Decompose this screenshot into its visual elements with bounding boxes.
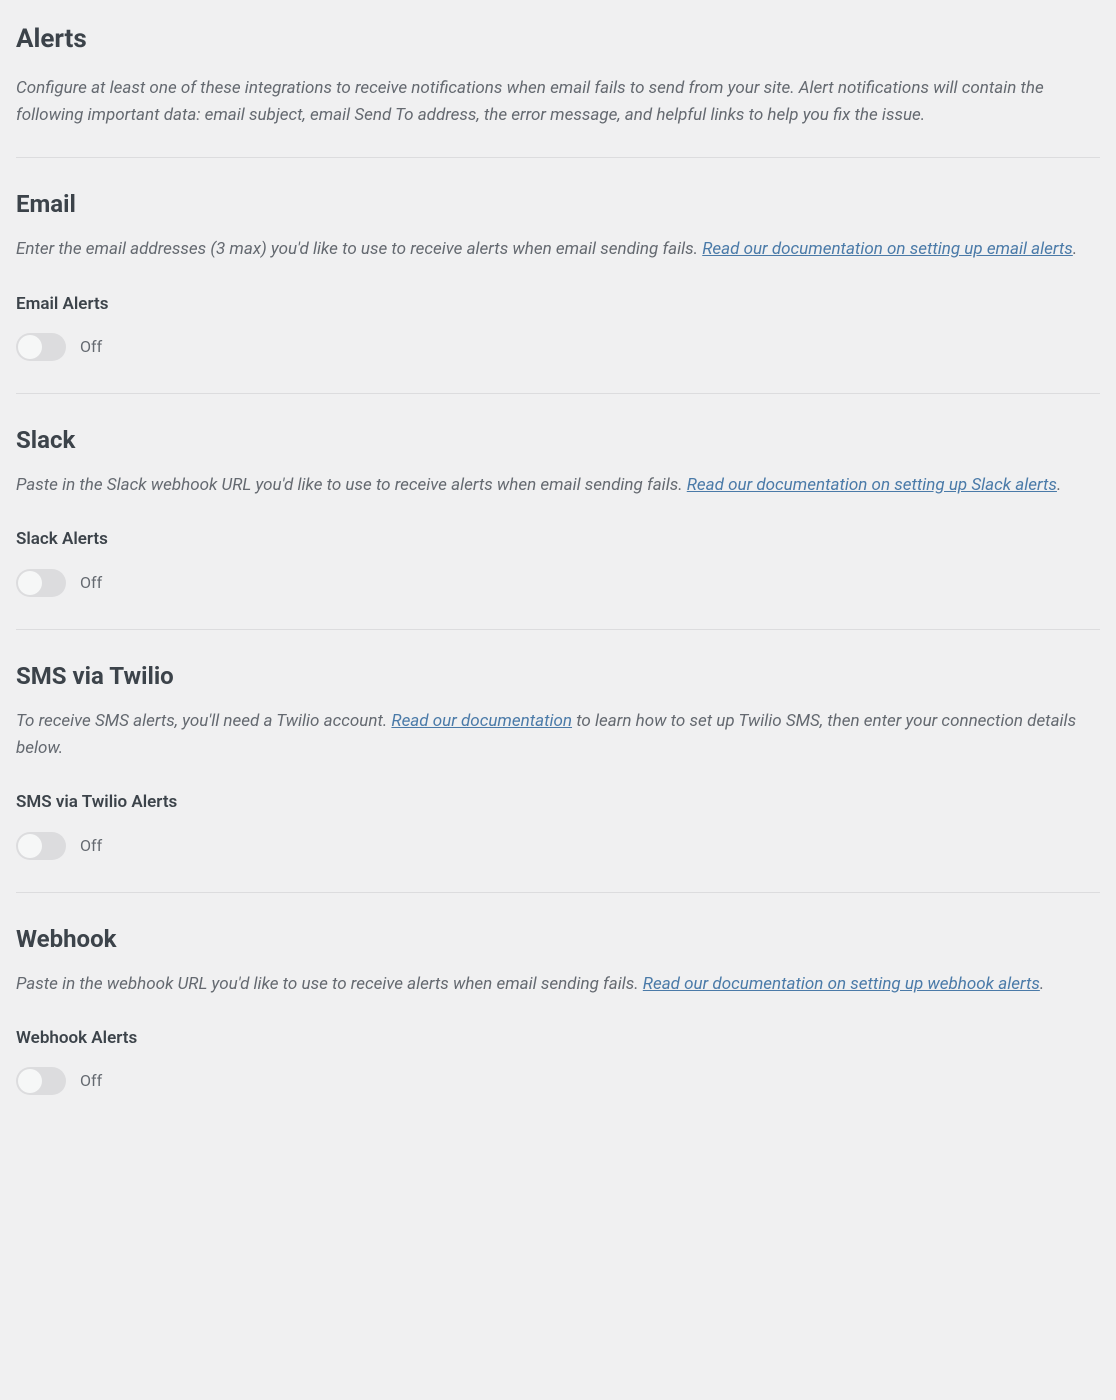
alerts-header-section: Alerts Configure at least one of these i… xyxy=(16,20,1100,129)
webhook-doc-link[interactable]: Read our documentation on setting up web… xyxy=(643,974,1040,994)
divider xyxy=(16,892,1100,893)
webhook-alerts-toggle[interactable] xyxy=(16,1067,66,1095)
alerts-description: Configure at least one of these integrat… xyxy=(16,75,1100,129)
sms-toggle-state: Off xyxy=(80,834,102,858)
alerts-title: Alerts xyxy=(16,20,1100,59)
sms-alerts-toggle-row: Off xyxy=(16,832,1100,860)
slack-doc-link[interactable]: Read our documentation on setting up Sla… xyxy=(687,475,1057,495)
email-desc-before: Enter the email addresses (3 max) you'd … xyxy=(16,239,702,259)
divider xyxy=(16,157,1100,158)
email-section: Email Enter the email addresses (3 max) … xyxy=(16,186,1100,361)
sms-alerts-toggle[interactable] xyxy=(16,832,66,860)
webhook-section: Webhook Paste in the webhook URL you'd l… xyxy=(16,921,1100,1096)
sms-desc-before: To receive SMS alerts, you'll need a Twi… xyxy=(16,711,391,731)
slack-alerts-toggle-row: Off xyxy=(16,569,1100,597)
email-alerts-label: Email Alerts xyxy=(16,292,1100,318)
slack-section: Slack Paste in the Slack webhook URL you… xyxy=(16,422,1100,597)
slack-title: Slack xyxy=(16,422,1100,458)
slack-toggle-state: Off xyxy=(80,571,102,595)
sms-description: To receive SMS alerts, you'll need a Twi… xyxy=(16,708,1100,762)
slack-alerts-label: Slack Alerts xyxy=(16,527,1100,553)
divider xyxy=(16,629,1100,630)
divider xyxy=(16,393,1100,394)
sms-title: SMS via Twilio xyxy=(16,658,1100,694)
email-toggle-state: Off xyxy=(80,335,102,359)
toggle-knob xyxy=(18,1069,42,1093)
sms-alerts-label: SMS via Twilio Alerts xyxy=(16,790,1100,816)
email-desc-after: . xyxy=(1073,239,1077,259)
webhook-alerts-toggle-row: Off xyxy=(16,1067,1100,1095)
email-title: Email xyxy=(16,186,1100,222)
toggle-knob xyxy=(18,834,42,858)
webhook-desc-after: . xyxy=(1040,974,1044,994)
email-alerts-toggle[interactable] xyxy=(16,333,66,361)
webhook-toggle-state: Off xyxy=(80,1069,102,1093)
webhook-alerts-label: Webhook Alerts xyxy=(16,1026,1100,1052)
slack-description: Paste in the Slack webhook URL you'd lik… xyxy=(16,472,1100,499)
toggle-knob xyxy=(18,571,42,595)
email-alerts-toggle-row: Off xyxy=(16,333,1100,361)
webhook-desc-before: Paste in the webhook URL you'd like to u… xyxy=(16,974,643,994)
sms-doc-link[interactable]: Read our documentation xyxy=(391,711,572,731)
toggle-knob xyxy=(18,335,42,359)
webhook-description: Paste in the webhook URL you'd like to u… xyxy=(16,971,1100,998)
webhook-title: Webhook xyxy=(16,921,1100,957)
slack-alerts-toggle[interactable] xyxy=(16,569,66,597)
slack-desc-before: Paste in the Slack webhook URL you'd lik… xyxy=(16,475,687,495)
sms-section: SMS via Twilio To receive SMS alerts, yo… xyxy=(16,658,1100,860)
email-doc-link[interactable]: Read our documentation on setting up ema… xyxy=(702,239,1073,259)
email-description: Enter the email addresses (3 max) you'd … xyxy=(16,236,1100,263)
slack-desc-after: . xyxy=(1057,475,1061,495)
